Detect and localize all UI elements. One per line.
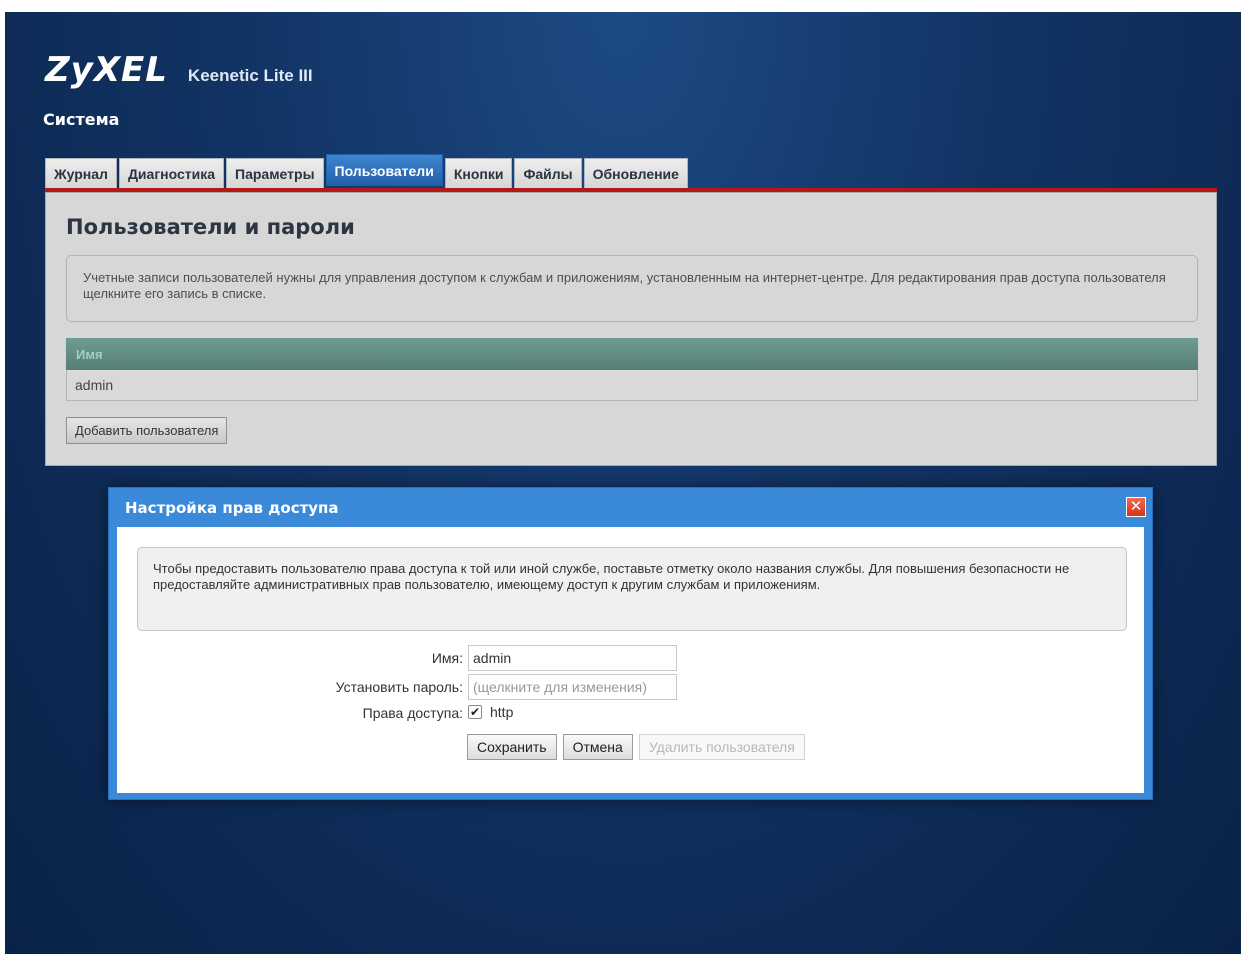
- tab-parameters[interactable]: Параметры: [226, 158, 324, 188]
- column-header-name[interactable]: Имя: [66, 338, 1198, 370]
- dialog-actions: Сохранить Отмена Удалить пользователя: [467, 734, 811, 760]
- delete-user-button: Удалить пользователя: [638, 734, 805, 760]
- panel-title: Пользователи и пароли: [66, 215, 355, 239]
- tab-files[interactable]: Файлы: [514, 158, 582, 188]
- tab-update[interactable]: Обновление: [583, 158, 688, 188]
- users-info-box: Учетные записи пользователей нужны для у…: [66, 255, 1198, 322]
- table-row-admin[interactable]: admin: [66, 370, 1198, 401]
- password-row: Установить пароль:: [117, 674, 1144, 700]
- close-icon[interactable]: ✕: [1126, 497, 1146, 517]
- tab-buttons[interactable]: Кнопки: [444, 158, 513, 188]
- http-access-option: ✔ http: [468, 704, 513, 720]
- tab-users[interactable]: Пользователи: [325, 154, 443, 186]
- brand-header: ZyXEL Keenetic Lite III: [45, 50, 313, 90]
- users-table: Имя admin: [66, 338, 1198, 401]
- access-rights-dialog: Настройка прав доступа ✕ Чтобы предостав…: [108, 487, 1153, 800]
- dialog-body: Чтобы предоставить пользователю права до…: [117, 527, 1144, 793]
- cancel-button[interactable]: Отмена: [562, 734, 633, 760]
- access-label: Права доступа:: [362, 705, 463, 721]
- model-name: Keenetic Lite III: [187, 66, 313, 85]
- http-checkbox[interactable]: ✔: [468, 705, 482, 719]
- users-panel: Пользователи и пароли Учетные записи пол…: [45, 192, 1217, 466]
- section-title: Система: [43, 110, 120, 129]
- zyxel-logo: ZyXEL: [45, 50, 168, 90]
- dialog-title: Настройка прав доступа: [125, 499, 339, 517]
- name-input[interactable]: [468, 645, 677, 671]
- router-admin-page: ZyXEL Keenetic Lite III Система Журнал Д…: [5, 12, 1241, 954]
- save-button[interactable]: Сохранить: [467, 734, 557, 760]
- tab-journal[interactable]: Журнал: [45, 158, 117, 188]
- tab-bar: Журнал Диагностика Параметры Пользовател…: [45, 154, 690, 188]
- tab-diagnostics[interactable]: Диагностика: [118, 158, 225, 188]
- name-row: Имя:: [117, 645, 1144, 671]
- name-label: Имя:: [431, 650, 463, 666]
- dialog-info-box: Чтобы предоставить пользователю права до…: [137, 547, 1127, 631]
- add-user-button[interactable]: Добавить пользователя: [66, 417, 228, 444]
- http-label: http: [490, 704, 514, 720]
- password-label: Установить пароль:: [335, 679, 463, 695]
- access-row: Права доступа: ✔ http: [117, 702, 1144, 728]
- password-input[interactable]: [468, 674, 677, 700]
